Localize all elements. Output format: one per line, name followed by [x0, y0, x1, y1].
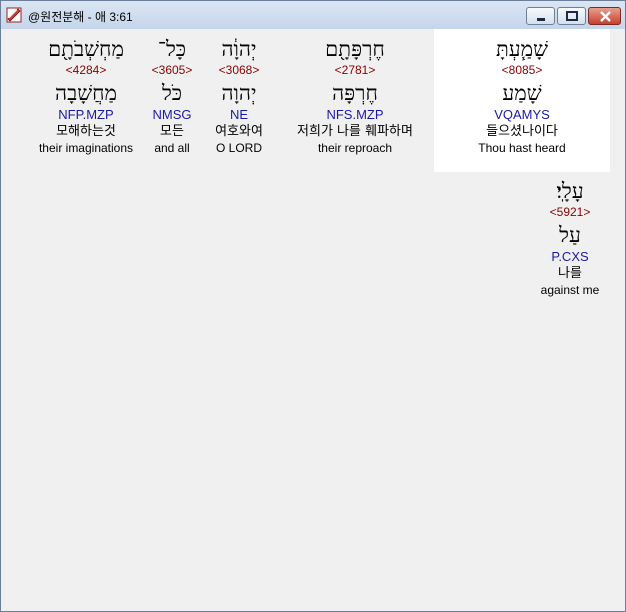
korean-gloss: 여호와여	[215, 124, 263, 139]
word-card[interactable]: מַחְשְׁבֹתָ֖ם <4284> מַחֲשָׁבָה NFP.MZP …	[26, 35, 146, 155]
minimize-button[interactable]	[526, 7, 555, 25]
strong-number[interactable]: <8085>	[434, 63, 610, 77]
english-gloss: and all	[154, 141, 190, 155]
close-icon	[600, 11, 611, 22]
morphology-code: NMSG	[152, 107, 192, 122]
english-gloss: against me	[540, 283, 600, 297]
window-title: @원전분해 - 애 3:61	[28, 10, 133, 24]
morphology-code: VQAMYS	[494, 107, 550, 122]
korean-gloss: 나를	[558, 266, 582, 281]
diagonal-book-icon[interactable]	[6, 7, 22, 23]
word-card[interactable]: שָׁמַ֧עְתָּ <8085> שָׁמַע VQAMYS 들으셨나이다 …	[434, 35, 610, 155]
hebrew-word: מַחְשְׁבֹתָ֖ם	[48, 37, 124, 61]
morphology-code: NFP.MZP	[58, 107, 114, 122]
strong-number[interactable]: <3605>	[142, 63, 202, 77]
title-bar[interactable]: @원전분해 - 애 3:61	[1, 1, 625, 29]
english-gloss: O LORD	[215, 141, 262, 155]
maximize-icon	[566, 11, 578, 21]
hebrew-word: חֶרְפָּתָ֖ם	[325, 37, 385, 61]
english-gloss: their imaginations	[38, 141, 134, 155]
hebrew-lemma: כֹּל	[161, 81, 183, 105]
hebrew-lemma: חֶרְפָּה	[332, 81, 378, 105]
maximize-button[interactable]	[557, 7, 586, 25]
korean-gloss: 들으셨나이다	[486, 124, 558, 139]
strong-number[interactable]: <5921>	[530, 205, 610, 219]
korean-gloss: 모해하는것	[56, 124, 116, 139]
interlinear-panel[interactable]: שָׁמַ֧עְתָּ <8085> שָׁמַע VQAMYS 들으셨나이다 …	[4, 29, 621, 608]
hebrew-lemma: עַל	[559, 223, 581, 247]
hebrew-word: כָּל־	[157, 37, 187, 61]
minimize-icon	[537, 18, 545, 21]
hebrew-lemma: יְהוָה	[221, 81, 257, 105]
hebrew-word: שָׁמַ֧עְתָּ	[495, 37, 548, 61]
hebrew-word: יְהוָ֔ה	[221, 37, 257, 61]
morphology-code: NFS.MZP	[326, 107, 384, 122]
english-gloss: Thou hast heard	[478, 141, 566, 155]
close-button[interactable]	[588, 7, 621, 25]
morphology-code: P.CXS	[551, 249, 589, 264]
strong-number[interactable]: <4284>	[26, 63, 146, 77]
strong-number[interactable]: <2781>	[280, 63, 430, 77]
word-card[interactable]: כָּל־ <3605> כֹּל NMSG 모든 and all	[142, 35, 202, 155]
hebrew-lemma: שָׁמַע	[502, 81, 542, 105]
korean-gloss: 모든	[160, 124, 184, 139]
hebrew-word: עָלָֽי׃	[556, 179, 584, 203]
morphology-code: NE	[229, 107, 249, 122]
main-window: @원전분해 - 애 3:61 שָׁמַ֧עְתָּ <8085> שָׁמַע…	[0, 0, 626, 612]
word-card[interactable]: עָלָֽי׃ <5921> עַל P.CXS 나를 against me	[530, 177, 610, 297]
korean-gloss: 저희가 나를 훼파하며	[297, 124, 413, 139]
strong-number[interactable]: <3068>	[204, 63, 274, 77]
word-card[interactable]: יְהוָ֔ה <3068> יְהוָה NE 여호와여 O LORD	[204, 35, 274, 155]
english-gloss: their reproach	[317, 141, 393, 155]
hebrew-lemma: מַחֲשָׁבָה	[55, 81, 117, 105]
word-card[interactable]: חֶרְפָּתָ֖ם <2781> חֶרְפָּה NFS.MZP 저희가 …	[280, 35, 430, 155]
